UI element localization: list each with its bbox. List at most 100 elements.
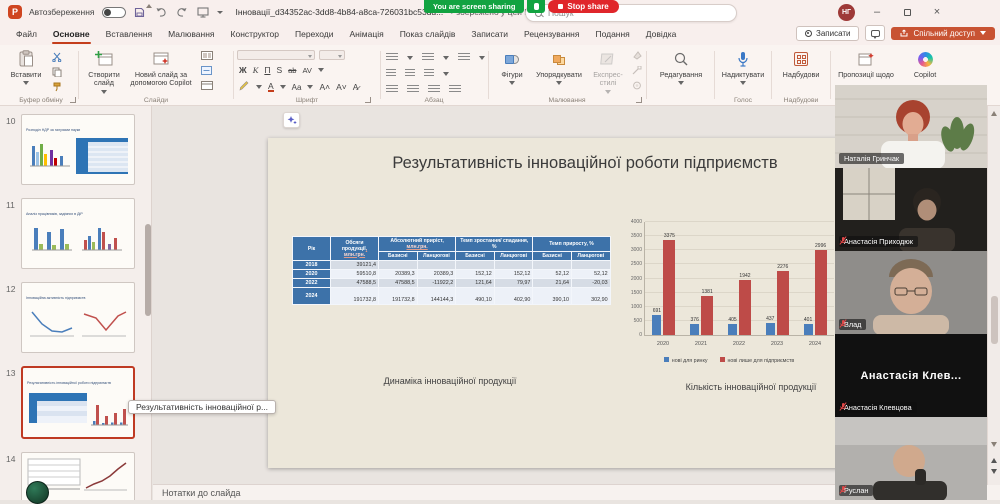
chart-bar-blue[interactable] [766, 323, 775, 335]
new-slide-button[interactable]: Створити слайд [82, 49, 126, 94]
stop-share-button[interactable]: Stop share [548, 0, 618, 13]
next-slide-button[interactable] [991, 469, 997, 474]
zoom-floating-avatar[interactable] [26, 481, 49, 504]
align-center-icon[interactable] [407, 85, 419, 94]
align-left-icon[interactable] [386, 85, 398, 94]
slide-thumbnail-11[interactable]: 11Аналіз працівників, задіяних в ДіР [6, 198, 151, 269]
undo-icon[interactable] [154, 5, 168, 19]
copilot-new-slide-button[interactable]: Новий слайд за допомогою Copilot [130, 49, 192, 88]
autosave-toggle[interactable] [102, 7, 126, 18]
grow-font-button[interactable]: A˄ [319, 82, 330, 92]
shape-outline-icon[interactable] [630, 65, 643, 76]
chart-bar-blue[interactable] [690, 324, 699, 335]
comments-button[interactable] [865, 25, 885, 41]
paste-dropdown-icon[interactable] [23, 81, 29, 85]
tab-Основне[interactable]: Основне [45, 24, 98, 45]
designer-sparkle-button[interactable] [283, 112, 300, 128]
clipboard-dialog-launcher[interactable] [70, 97, 76, 103]
char-spacing-button[interactable]: AV [302, 66, 311, 75]
strikethrough-button[interactable]: ab [288, 66, 296, 75]
shape-effects-icon[interactable] [630, 80, 643, 91]
save-icon[interactable] [133, 5, 147, 19]
tab-Переходи[interactable]: Переходи [287, 24, 342, 45]
bold-button[interactable]: Ж [239, 65, 247, 75]
chart-bar-red[interactable] [815, 250, 827, 335]
chart-bar-blue[interactable] [804, 324, 813, 335]
window-maximize-button[interactable] [898, 3, 916, 21]
shape-fill-icon[interactable] [630, 50, 643, 61]
share-access-button[interactable]: Спільний доступ [891, 27, 995, 40]
tab-Файл[interactable]: Файл [8, 24, 45, 45]
clear-formatting-button[interactable]: A̷ [353, 82, 359, 92]
present-display-icon[interactable] [196, 5, 210, 19]
scroll-down-icon[interactable] [991, 442, 997, 447]
tab-Довідка[interactable]: Довідка [638, 24, 685, 45]
tab-Анімація[interactable]: Анімація [342, 24, 392, 45]
slide-layout-icon[interactable] [200, 50, 213, 61]
tab-Показ слайдів[interactable]: Показ слайдів [392, 24, 464, 45]
copy-icon[interactable] [50, 66, 63, 77]
decrease-indent-icon[interactable] [386, 69, 396, 78]
chart-bar-red[interactable] [701, 296, 713, 335]
new-slide-dropdown-icon[interactable] [101, 90, 107, 94]
section-icon[interactable] [200, 80, 213, 91]
change-case-button[interactable]: Aa [292, 83, 302, 92]
shadow-button[interactable]: S [276, 65, 282, 75]
quick-styles-button[interactable]: Експрес-стилі [588, 49, 628, 94]
participant-tile-Наталія Гринчак[interactable]: Наталія Гринчак [835, 85, 987, 168]
addins-button[interactable]: Надбудови [774, 49, 828, 79]
chart-bar-red[interactable] [739, 280, 751, 335]
chart-bar-red[interactable] [777, 271, 789, 335]
record-button[interactable]: Записати [796, 26, 860, 41]
arrange-button[interactable]: Упорядкувати [534, 49, 584, 85]
participant-tile-Анастасія Клевцова[interactable]: Анастасія Клев...Анастасія Клевцова [835, 334, 987, 417]
user-avatar[interactable]: НГ [838, 4, 855, 21]
innovation-bar-chart[interactable]: 0500100015002000250030003500400069133753… [616, 214, 842, 366]
underline-button[interactable]: П [264, 65, 270, 75]
copilot-button[interactable]: Copilot [905, 49, 945, 79]
drawing-dialog-launcher[interactable] [636, 97, 642, 103]
slide-canvas[interactable]: Результативність інноваційної роботи під… [268, 138, 902, 468]
font-size-combo[interactable] [319, 50, 345, 60]
italic-button[interactable]: K [253, 65, 259, 75]
highlight-pen-icon[interactable] [239, 81, 250, 93]
font-dialog-launcher[interactable] [365, 97, 371, 103]
thumbs-scroll-up-icon[interactable] [146, 4, 152, 8]
reset-slide-icon[interactable] [200, 65, 213, 76]
participant-tile-Руслан[interactable]: Руслан [835, 417, 987, 500]
tab-Рецензування[interactable]: Рецензування [516, 24, 587, 45]
shrink-font-button[interactable]: A˅ [336, 82, 347, 92]
window-minimize-button[interactable]: – [868, 3, 886, 21]
slide-title[interactable]: Результативність інноваційної роботи під… [288, 154, 882, 173]
editing-button[interactable]: Редагування [654, 49, 708, 85]
cut-icon[interactable] [50, 51, 63, 62]
tab-Записати[interactable]: Записати [463, 24, 516, 45]
redo-icon[interactable] [175, 5, 189, 19]
quick-access-more-icon[interactable] [217, 11, 223, 14]
chart-bar-red[interactable] [663, 240, 675, 335]
numbering-icon[interactable] [422, 53, 434, 62]
editor-vertical-scrollbar[interactable] [987, 106, 1000, 485]
tab-Подання[interactable]: Подання [587, 24, 637, 45]
window-close-button[interactable]: × [928, 3, 946, 21]
scroll-up-icon[interactable] [991, 111, 997, 116]
line-spacing-icon[interactable] [458, 53, 470, 62]
previous-slide-button[interactable] [991, 458, 997, 463]
increase-indent-icon[interactable] [405, 69, 415, 78]
shapes-button[interactable]: Фігури [494, 49, 530, 85]
text-direction-icon[interactable] [424, 69, 434, 78]
tab-Малювання[interactable]: Малювання [160, 24, 222, 45]
font-color-button[interactable]: А [268, 82, 274, 92]
justify-icon[interactable] [449, 85, 461, 94]
chart-bar-blue[interactable] [652, 315, 661, 335]
thumbs-scrollbar[interactable] [145, 224, 151, 316]
tab-Конструктор[interactable]: Конструктор [223, 24, 287, 45]
slide-thumbnail-12[interactable]: 12Інноваційна активність підприємств [6, 282, 151, 353]
participant-tile-Анастасія Приходюк[interactable]: Анастасія Приходюк [835, 168, 987, 251]
char-spacing-dropdown-icon[interactable] [318, 68, 324, 72]
participant-tile-Влад[interactable]: Влад [835, 251, 987, 334]
paste-button[interactable]: Вставити [8, 49, 44, 85]
innovation-table[interactable]: РікОбсяги продукції, млн.грн.Абсолютний … [292, 236, 611, 305]
dictate-button[interactable]: Надиктувати [717, 49, 769, 85]
font-name-combo[interactable] [237, 50, 315, 60]
